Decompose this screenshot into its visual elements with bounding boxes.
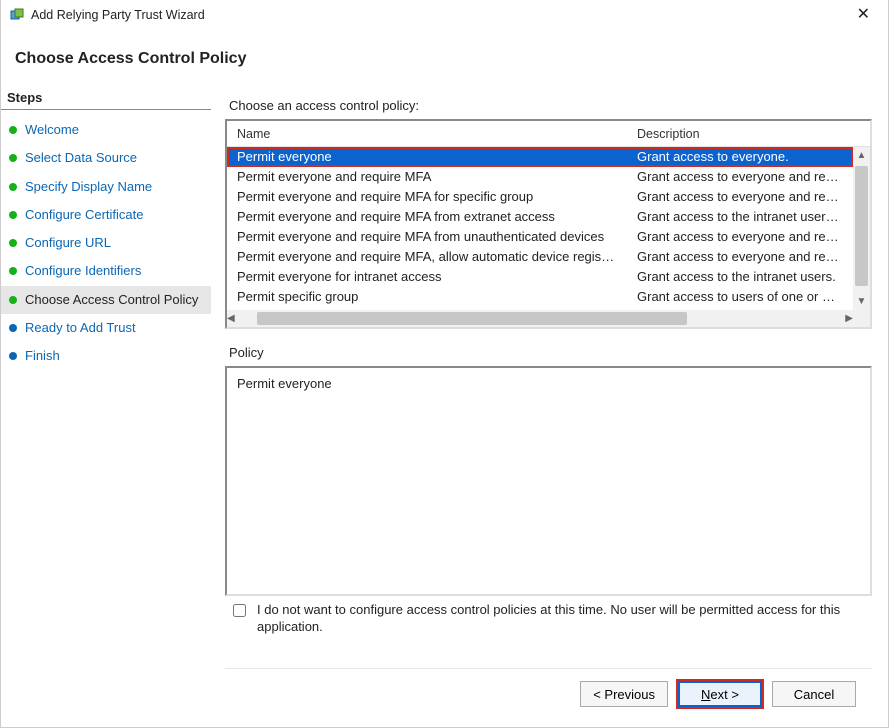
close-button[interactable]: ✕ xyxy=(847,1,880,29)
policy-row-name: Permit everyone and require MFA from una… xyxy=(227,227,627,247)
policy-row[interactable]: Permit specific groupGrant access to use… xyxy=(227,287,853,307)
step-bullet-icon xyxy=(9,267,17,275)
policy-row-description: Grant access to everyone. xyxy=(627,147,853,167)
policy-row-name: Permit everyone and require MFA from ext… xyxy=(227,207,627,227)
policy-row[interactable]: Permit everyone for intranet accessGrant… xyxy=(227,267,853,287)
policy-list-header: Name Description xyxy=(227,121,870,147)
policy-row[interactable]: Permit everyone and require MFA, allow a… xyxy=(227,247,853,267)
main-panel: Choose an access control policy: Name De… xyxy=(211,86,888,721)
step-bullet-icon xyxy=(9,352,17,360)
step-bullet-icon xyxy=(9,183,17,191)
policy-row-description: Grant access to the intranet users. xyxy=(627,267,853,287)
step-select-data-source[interactable]: Select Data Source xyxy=(1,144,211,172)
step-label: Select Data Source xyxy=(25,150,137,166)
step-configure-url[interactable]: Configure URL xyxy=(1,229,211,257)
policy-row-description: Grant access to everyone and requir xyxy=(627,227,853,247)
skip-policy-label[interactable]: I do not want to configure access contro… xyxy=(257,602,868,636)
step-label: Configure Identifiers xyxy=(25,263,141,279)
step-label: Configure Certificate xyxy=(25,207,144,223)
horizontal-scrollbar[interactable]: ◀ ▶ xyxy=(227,310,853,327)
page-heading: Choose Access Control Policy xyxy=(1,30,888,86)
policy-row-name: Permit everyone and require MFA, allow a… xyxy=(227,247,627,267)
step-bullet-icon xyxy=(9,154,17,162)
scroll-down-arrow-icon[interactable]: ▼ xyxy=(853,293,870,310)
step-specify-display-name[interactable]: Specify Display Name xyxy=(1,173,211,201)
policy-row-description: Grant access to everyone and requir xyxy=(627,247,853,267)
app-icon xyxy=(9,7,25,23)
scroll-left-arrow-icon[interactable]: ◀ xyxy=(227,310,235,327)
step-label: Ready to Add Trust xyxy=(25,320,136,336)
policy-list-label: Choose an access control policy: xyxy=(229,98,872,113)
steps-sidebar: Steps Welcome Select Data Source Specify D… xyxy=(1,86,211,721)
policy-row-description: Grant access to users of one or more xyxy=(627,287,853,307)
policy-row-name: Permit everyone xyxy=(227,147,627,167)
policy-detail-box: Permit everyone xyxy=(225,366,872,596)
skip-policy-checkbox[interactable] xyxy=(233,604,246,617)
policy-row-name: Permit specific group xyxy=(227,287,627,307)
steps-header: Steps xyxy=(1,90,211,110)
vertical-scroll-thumb[interactable] xyxy=(855,166,868,286)
step-label: Choose Access Control Policy xyxy=(25,292,198,308)
step-bullet-icon xyxy=(9,211,17,219)
next-button-accelerator: N xyxy=(701,687,710,702)
titlebar: Add Relying Party Trust Wizard ✕ xyxy=(1,0,888,30)
cancel-button[interactable]: Cancel xyxy=(772,681,856,707)
wizard-window: Add Relying Party Trust Wizard ✕ Choose … xyxy=(0,0,889,728)
column-header-name[interactable]: Name xyxy=(227,123,627,145)
step-configure-certificate[interactable]: Configure Certificate xyxy=(1,201,211,229)
policy-row-description: Grant access to everyone and requir xyxy=(627,187,853,207)
policy-row-description: Grant access to everyone and requir xyxy=(627,167,853,187)
policy-row[interactable]: Permit everyone and require MFA for spec… xyxy=(227,187,853,207)
wizard-button-bar: < Previous Next > Cancel xyxy=(225,668,872,721)
next-button[interactable]: Next > xyxy=(678,681,762,707)
horizontal-scroll-thumb[interactable] xyxy=(257,312,687,325)
step-choose-access-control-policy[interactable]: Choose Access Control Policy xyxy=(1,286,211,314)
scroll-up-arrow-icon[interactable]: ▲ xyxy=(853,147,870,164)
policy-row-name: Permit everyone and require MFA xyxy=(227,167,627,187)
step-label: Finish xyxy=(25,348,60,364)
vertical-scrollbar[interactable]: ▲ ▼ xyxy=(853,147,870,310)
step-welcome[interactable]: Welcome xyxy=(1,116,211,144)
step-label: Configure URL xyxy=(25,235,111,251)
window-title: Add Relying Party Trust Wizard xyxy=(31,8,205,22)
policy-row-name: Permit everyone for intranet access xyxy=(227,267,627,287)
column-header-description[interactable]: Description xyxy=(627,123,870,145)
policy-list: Name Description Permit everyoneGrant ac… xyxy=(225,119,872,329)
step-ready-to-add-trust[interactable]: Ready to Add Trust xyxy=(1,314,211,342)
policy-row-name: Permit everyone and require MFA for spec… xyxy=(227,187,627,207)
step-bullet-icon xyxy=(9,239,17,247)
step-finish[interactable]: Finish xyxy=(1,342,211,370)
step-configure-identifiers[interactable]: Configure Identifiers xyxy=(1,257,211,285)
step-bullet-icon xyxy=(9,296,17,304)
scroll-right-arrow-icon[interactable]: ▶ xyxy=(845,310,853,327)
step-label: Welcome xyxy=(25,122,79,138)
policy-row[interactable]: Permit everyone and require MFA from una… xyxy=(227,227,853,247)
policy-detail-text: Permit everyone xyxy=(237,376,332,391)
previous-button[interactable]: < Previous xyxy=(580,681,668,707)
step-label: Specify Display Name xyxy=(25,179,152,195)
step-bullet-icon xyxy=(9,126,17,134)
policy-row-description: Grant access to the intranet users an xyxy=(627,207,853,227)
policy-row[interactable]: Permit everyone and require MFAGrant acc… xyxy=(227,167,853,187)
policy-row[interactable]: Permit everyone and require MFA from ext… xyxy=(227,207,853,227)
next-button-rest: ext > xyxy=(710,687,739,702)
policy-detail-label: Policy xyxy=(229,345,872,360)
step-bullet-icon xyxy=(9,324,17,332)
scroll-corner xyxy=(853,310,870,327)
policy-row[interactable]: Permit everyoneGrant access to everyone. xyxy=(227,147,853,167)
